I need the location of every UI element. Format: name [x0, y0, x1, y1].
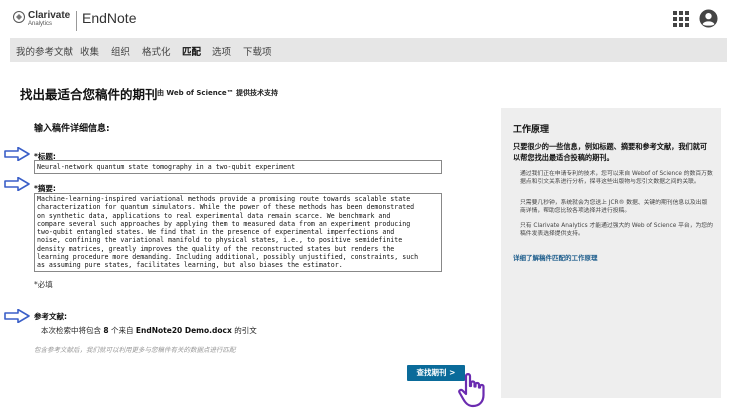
references-suffix: 的引文 [234, 326, 257, 335]
references-prefix: 本次检索中将包含 [41, 326, 101, 335]
side-paragraph-1: 通过我们正在申请专利的技术，您可以来自 Webof of Science 的数百… [520, 171, 713, 185]
clarivate-logo-icon [13, 11, 25, 23]
arrow-right-icon [4, 147, 30, 161]
references-file: EndNote20 Demo.docx [135, 326, 232, 335]
user-account-icon[interactable] [699, 9, 718, 28]
top-header: Clarivate Analytics EndNote [0, 0, 731, 38]
hand-pointer-icon [458, 373, 485, 408]
powered-by: 由 Web of Science™ 提供技术支持 [157, 89, 279, 97]
references-hint: 包含参考文献后，我们就可以利用更多与您稿件有关的数据点进行匹配 [34, 346, 236, 354]
arrow-right-icon [4, 309, 30, 323]
page-title: 找出最适合您稿件的期刊 [20, 87, 158, 102]
header-divider [76, 11, 77, 31]
clarivate-logo[interactable]: Clarivate Analytics [13, 10, 73, 32]
abstract-textarea[interactable]: Machine-learning-inspired variational me… [34, 193, 442, 272]
product-name[interactable]: EndNote [82, 10, 136, 26]
nav-format[interactable]: 格式化 [142, 44, 171, 58]
brand-sub: Analytics [28, 21, 53, 27]
nav-match[interactable]: 匹配 [182, 44, 201, 58]
nav-organize[interactable]: 组织 [111, 44, 130, 58]
nav-options[interactable]: 选项 [212, 44, 231, 58]
form-section-title: 输入稿件详细信息: [34, 124, 110, 134]
references-label: 参考文献: [34, 312, 67, 321]
references-count: 8 [103, 326, 109, 335]
nav-collect[interactable]: 收集 [80, 44, 99, 58]
nav-my-references[interactable]: 我的参考文献 [16, 44, 73, 58]
side-lead: 只要很少的一些信息，例如标题、摘要和参考文献，我们就可以帮您找出最适合投稿的期刊… [513, 142, 708, 162]
side-paragraph-3: 只有 Clarivate Analytics 才能通过强大的 Web of Sc… [520, 223, 713, 237]
main-nav: 我的参考文献 收集 组织 格式化 匹配 选项 下载项 [10, 38, 727, 62]
title-input[interactable]: Neural-network quantum state tomography … [34, 160, 442, 174]
apps-grid-icon[interactable] [673, 11, 689, 27]
side-paragraph-2: 只需要几秒钟，系统就会为您送上 JCR® 数据、关键的期刊信息以及出版商详情，帮… [520, 200, 708, 214]
side-title: 工作原理 [513, 125, 550, 135]
arrow-right-icon [4, 177, 30, 191]
brand-name: Clarivate [28, 10, 71, 21]
references-middle: 个来自 [111, 326, 134, 335]
nav-downloads[interactable]: 下载项 [243, 44, 272, 58]
required-note: *必填 [34, 280, 53, 289]
learn-more-link[interactable]: 详细了解稿件匹配的工作原理 [513, 252, 598, 262]
references-summary: 本次检索中将包含 8 个来自 EndNote20 Demo.docx 的引文 [41, 325, 257, 336]
